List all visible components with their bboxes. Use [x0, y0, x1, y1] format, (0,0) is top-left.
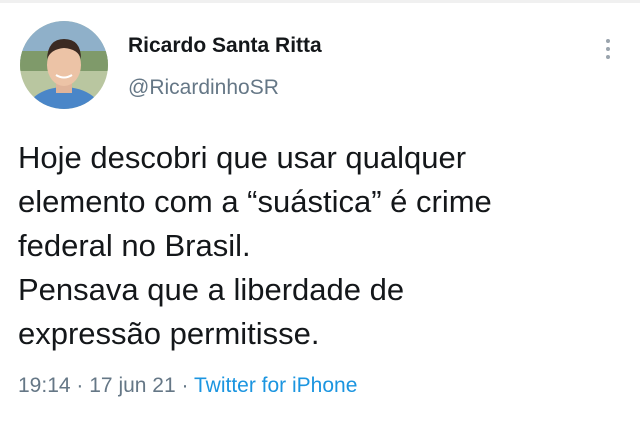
meta-separator: · — [76, 374, 84, 397]
tweet-meta: 19:14 · 17 jun 21 · Twitter for iPhone — [18, 374, 357, 398]
tweet-line: expressão permitisse. — [18, 316, 320, 351]
more-vertical-icon[interactable] — [600, 37, 616, 61]
tweet-line: federal no Brasil. — [18, 228, 251, 263]
meta-separator: · — [181, 374, 189, 397]
tweet-line: Pensava que a liberdade de — [18, 272, 405, 307]
tweet-line: elemento com a “suástica” é crime — [18, 184, 492, 219]
tweet-date[interactable]: 17 jun 21 — [89, 374, 175, 397]
tweet-time[interactable]: 19:14 — [18, 374, 71, 397]
tweet-source[interactable]: Twitter for iPhone — [194, 374, 357, 397]
more-dot — [606, 55, 610, 59]
tweet-card: Ricardo Santa Ritta @RicardinhoSR Hoje d… — [0, 0, 640, 424]
tweet-text: Hoje descobri que usar qualquer elemento… — [18, 136, 618, 356]
avatar-image — [20, 21, 108, 109]
tweet-line: Hoje descobri que usar qualquer — [18, 140, 467, 175]
avatar[interactable] — [20, 21, 108, 109]
more-dot — [606, 39, 610, 43]
more-dot — [606, 47, 610, 51]
author-handle[interactable]: @RicardinhoSR — [128, 76, 279, 100]
author-name[interactable]: Ricardo Santa Ritta — [128, 34, 322, 58]
